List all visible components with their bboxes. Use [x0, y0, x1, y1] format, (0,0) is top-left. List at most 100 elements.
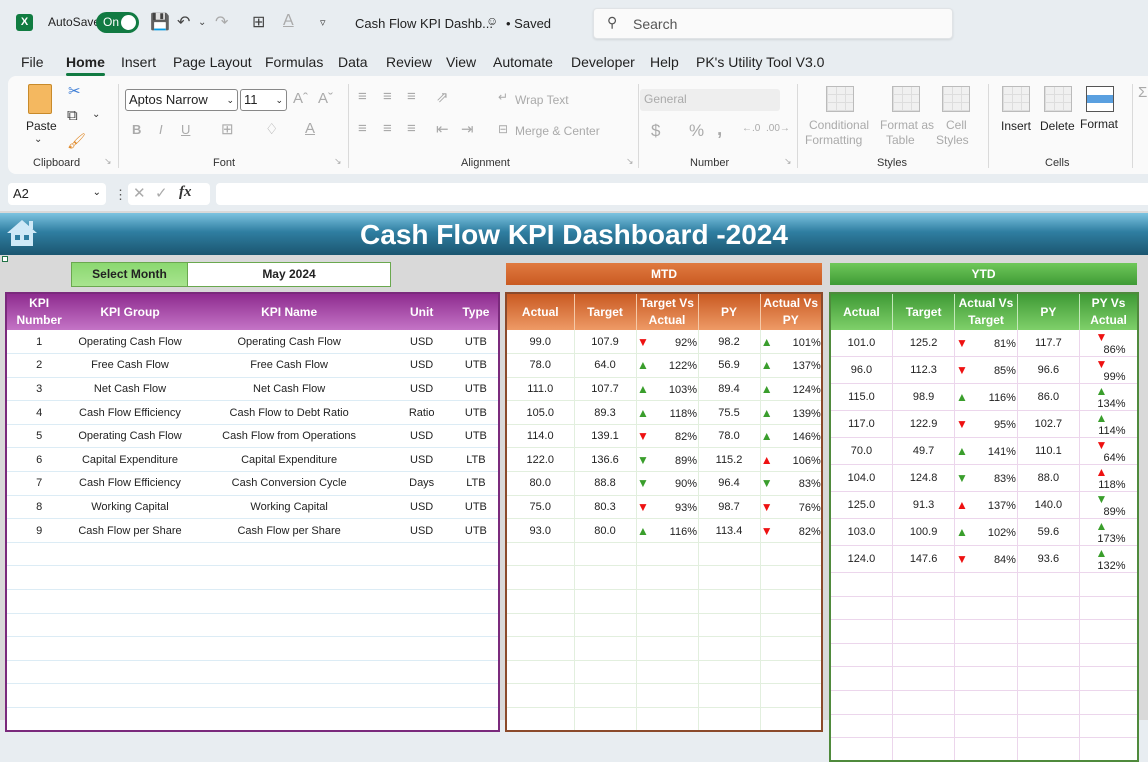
align-left-icon[interactable]: ≡ [358, 120, 367, 137]
empty-cell[interactable] [1017, 714, 1081, 739]
ytd-py-vs-actual-cell[interactable]: ▲173% [1079, 518, 1139, 546]
empty-cell[interactable] [574, 589, 637, 614]
kpi-name-cell[interactable]: Working Capital [188, 495, 390, 520]
document-title[interactable]: Cash Flow KPI Dashb... [355, 16, 493, 31]
empty-cell[interactable] [830, 643, 893, 668]
empty-cell[interactable] [892, 714, 956, 739]
empty-cell[interactable] [71, 589, 189, 614]
cut-icon[interactable]: ✂ [68, 82, 81, 100]
kpi-name-cell[interactable]: Cash Flow per Share [188, 518, 390, 543]
mtd-target-cell[interactable]: 139.1 [574, 424, 637, 449]
empty-cell[interactable] [574, 660, 637, 685]
ytd-py-cell[interactable]: 96.6 [1017, 356, 1081, 384]
empty-cell[interactable] [954, 596, 1018, 621]
empty-cell[interactable] [892, 596, 956, 621]
mtd-target-cell[interactable]: 89.3 [574, 400, 637, 425]
empty-cell[interactable] [636, 589, 699, 614]
ytd-actual-cell[interactable]: 103.0 [830, 518, 893, 546]
empty-cell[interactable] [6, 589, 72, 614]
kpi-name-cell[interactable]: Capital Expenditure [188, 447, 390, 473]
mtd-target-vs-actual-cell[interactable]: ▼ 89% [636, 447, 699, 473]
format-painter-icon[interactable]: 🖌 [67, 132, 86, 150]
formula-input[interactable] [216, 183, 1148, 205]
type-cell[interactable]: LTB [453, 447, 499, 473]
empty-cell[interactable] [1017, 619, 1081, 644]
tab-review[interactable]: Review [386, 54, 432, 70]
empty-cell[interactable] [698, 565, 761, 591]
unit-cell[interactable]: USD [389, 424, 454, 449]
empty-cell[interactable] [453, 542, 499, 567]
kpi-number-cell[interactable]: 9 [6, 518, 72, 543]
ytd-target-cell[interactable]: 125.2 [892, 330, 956, 357]
mtd-target-vs-actual-cell[interactable]: ▲ 116% [636, 518, 699, 543]
empty-cell[interactable] [760, 542, 823, 567]
empty-cell[interactable] [698, 542, 761, 567]
empty-cell[interactable] [830, 619, 893, 644]
font-size-select[interactable]: 11 ⌄ [240, 89, 287, 111]
kpi-number-cell[interactable]: 6 [6, 447, 72, 473]
empty-cell[interactable] [506, 636, 575, 661]
ytd-actual-cell[interactable]: 101.0 [830, 330, 893, 357]
insert-button[interactable]: Insert [1001, 119, 1031, 133]
empty-cell[interactable] [506, 589, 575, 614]
empty-cell[interactable] [830, 690, 893, 715]
mtd-actual-vs-py-cell[interactable]: ▲ 101% [760, 330, 823, 355]
mtd-actual-cell[interactable]: 111.0 [506, 377, 575, 402]
align-bottom-icon[interactable]: ≡ [407, 88, 416, 105]
empty-cell[interactable] [453, 565, 499, 591]
empty-cell[interactable] [574, 683, 637, 708]
empty-cell[interactable] [954, 572, 1018, 597]
kpi-group-cell[interactable]: Cash Flow per Share [71, 518, 189, 543]
ytd-target-cell[interactable]: 91.3 [892, 491, 956, 519]
paste-icon[interactable] [28, 84, 52, 114]
empty-cell[interactable] [506, 707, 575, 732]
decrease-indent-icon[interactable]: ⇤ [436, 120, 449, 138]
empty-cell[interactable] [636, 565, 699, 591]
mtd-actual-vs-py-cell[interactable]: ▼ 76% [760, 495, 823, 520]
kpi-group-cell[interactable]: Operating Cash Flow [71, 424, 189, 449]
mtd-target-cell[interactable]: 107.7 [574, 377, 637, 402]
mtd-target-vs-actual-cell[interactable]: ▲ 122% [636, 353, 699, 378]
ytd-target-cell[interactable]: 112.3 [892, 356, 956, 384]
percent-icon[interactable]: % [689, 121, 704, 141]
empty-cell[interactable] [698, 589, 761, 614]
empty-cell[interactable] [892, 619, 956, 644]
empty-cell[interactable] [760, 589, 823, 614]
empty-cell[interactable] [954, 737, 1018, 762]
empty-cell[interactable] [574, 542, 637, 567]
empty-cell[interactable] [1017, 737, 1081, 762]
mtd-target-cell[interactable]: 64.0 [574, 353, 637, 378]
mtd-target-cell[interactable]: 80.3 [574, 495, 637, 520]
cancel-icon[interactable]: ✕ [133, 184, 146, 202]
select-month-dropdown[interactable]: May 2024 [187, 262, 391, 287]
mtd-py-cell[interactable]: 113.4 [698, 518, 761, 543]
empty-cell[interactable] [760, 636, 823, 661]
empty-cell[interactable] [71, 613, 189, 638]
empty-cell[interactable] [954, 619, 1018, 644]
kpi-number-cell[interactable]: 8 [6, 495, 72, 520]
empty-cell[interactable] [698, 636, 761, 661]
undo-dropdown-icon[interactable]: ⌄ [198, 17, 206, 28]
customize-qa-icon[interactable]: ▿ [320, 16, 326, 29]
format-button[interactable]: Format [1080, 117, 1118, 131]
empty-cell[interactable] [453, 660, 499, 685]
mtd-py-cell[interactable]: 96.4 [698, 471, 761, 496]
ytd-py-vs-actual-cell[interactable]: ▲118% [1079, 464, 1139, 492]
tab-pk-utility[interactable]: PK's Utility Tool V3.0 [696, 54, 824, 70]
mtd-target-vs-actual-cell[interactable]: ▼ 82% [636, 424, 699, 449]
empty-cell[interactable] [574, 565, 637, 591]
empty-cell[interactable] [636, 707, 699, 732]
empty-cell[interactable] [1079, 596, 1139, 621]
empty-cell[interactable] [698, 707, 761, 732]
mtd-actual-vs-py-cell[interactable]: ▼ 83% [760, 471, 823, 496]
paste-button[interactable]: Paste [26, 119, 57, 133]
insert-function-icon[interactable]: fx [179, 184, 192, 201]
increase-decimal-icon[interactable]: ←.0 [742, 123, 760, 134]
empty-cell[interactable] [1079, 714, 1139, 739]
empty-cell[interactable] [389, 613, 454, 638]
empty-cell[interactable] [1079, 666, 1139, 691]
mtd-target-cell[interactable]: 80.0 [574, 518, 637, 543]
empty-cell[interactable] [453, 683, 499, 708]
ytd-actual-cell[interactable]: 96.0 [830, 356, 893, 384]
redo-icon[interactable]: ↷ [215, 12, 228, 32]
